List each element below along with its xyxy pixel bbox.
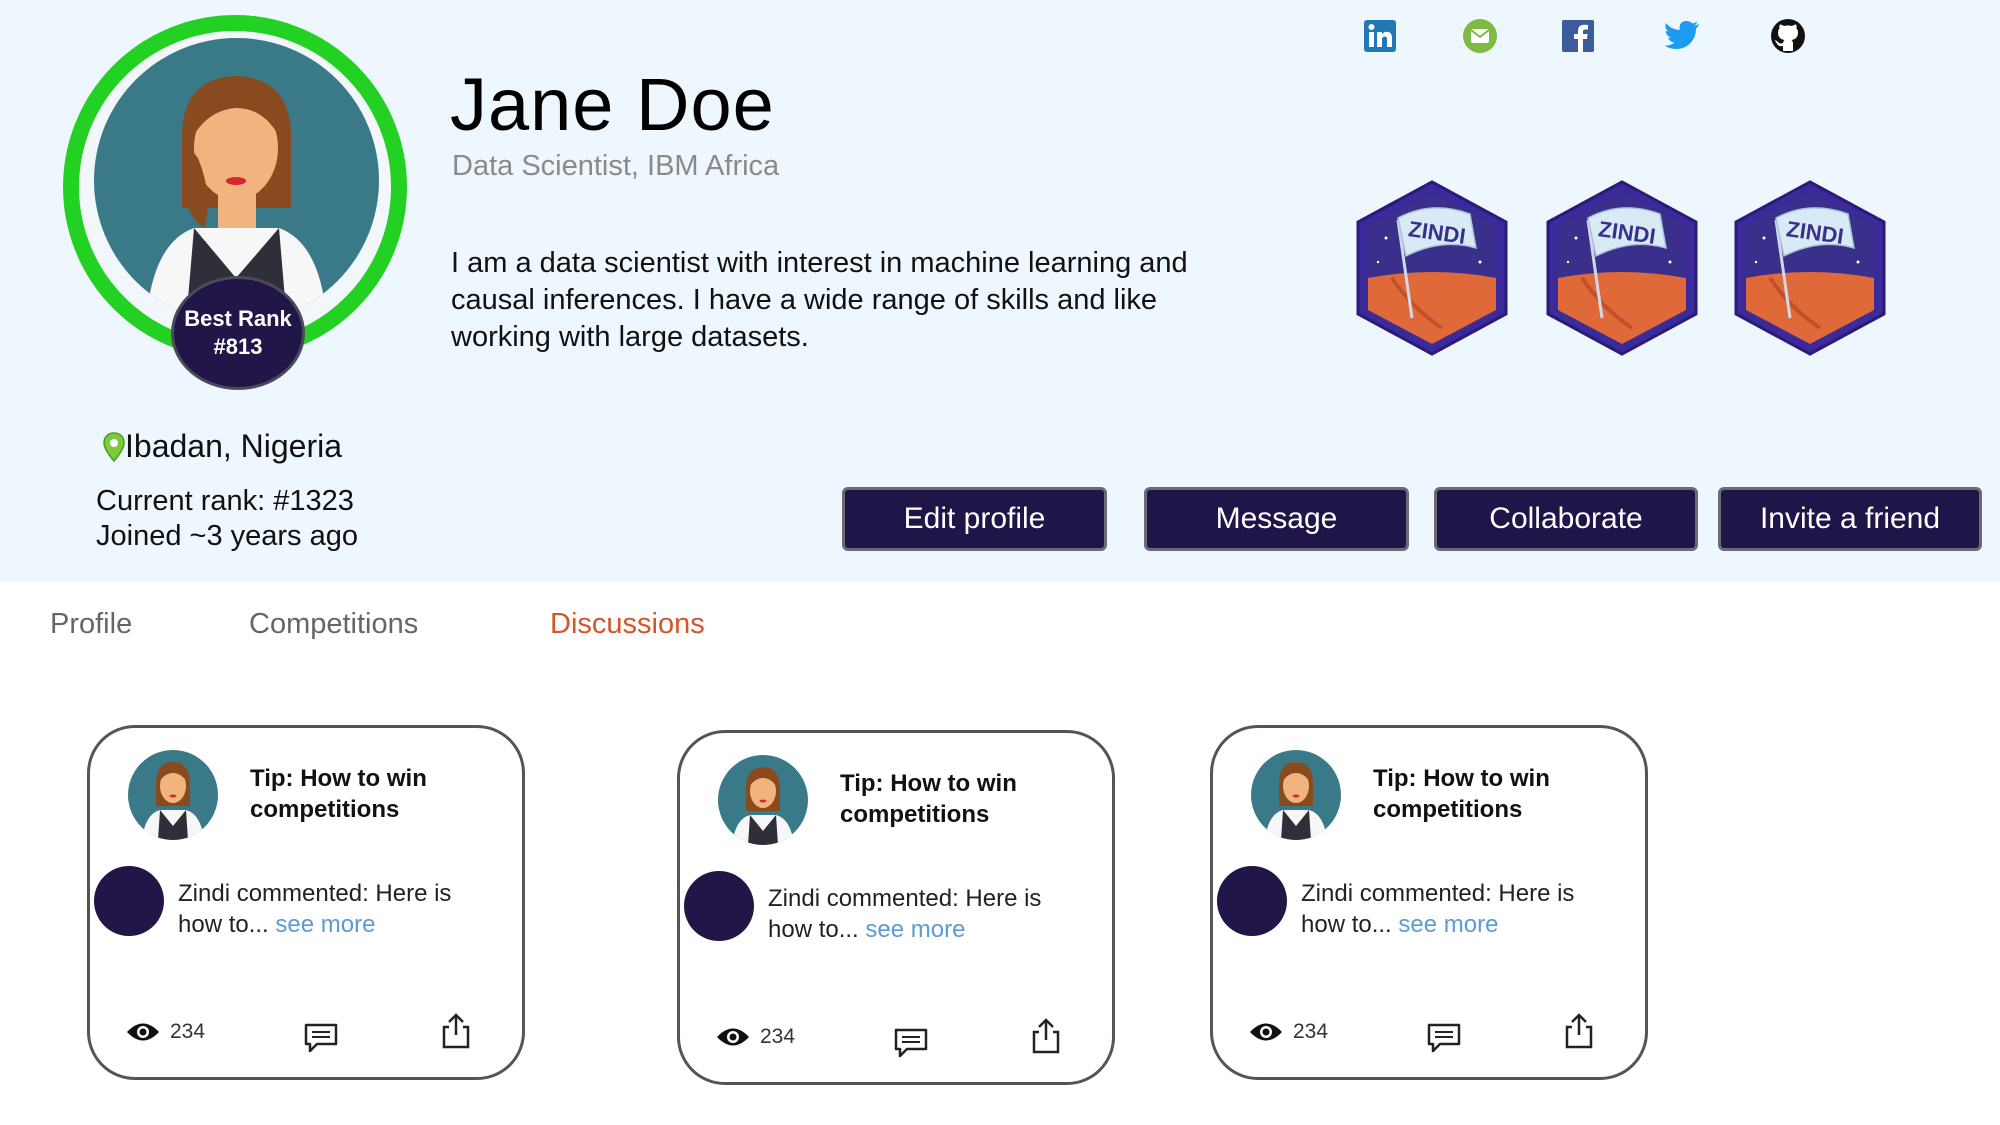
view-count-text: 234 <box>170 1020 206 1043</box>
twitter-icon[interactable] <box>1664 18 1700 54</box>
best-rank-label: Best Rank <box>184 306 292 331</box>
card-title[interactable]: Tip: How to win competitions <box>250 763 490 825</box>
tab-competitions[interactable]: Competitions <box>249 608 418 641</box>
see-more-link[interactable]: see more <box>1398 911 1498 938</box>
best-rank-badge: Best Rank #813 <box>171 276 305 390</box>
view-count-text: 234 <box>760 1025 796 1048</box>
card-author-avatar <box>128 750 218 840</box>
card-comment: Zindi commented: Here is how to... see m… <box>768 883 1088 945</box>
tab-profile[interactable]: Profile <box>50 608 132 641</box>
comment-icon[interactable] <box>303 1022 339 1054</box>
commenter-avatar <box>684 871 754 941</box>
linkedin-icon[interactable] <box>1362 18 1398 54</box>
view-count: 234 <box>126 1020 205 1044</box>
zindi-badge[interactable]: ZINDI <box>1352 178 1512 358</box>
card-title[interactable]: Tip: How to win competitions <box>1373 763 1613 825</box>
eye-icon <box>717 1028 749 1046</box>
commenter-avatar <box>1217 866 1287 936</box>
see-more-link[interactable]: see more <box>275 911 375 938</box>
comment-icon[interactable] <box>893 1027 929 1059</box>
location: Ibadan, Nigeria <box>103 428 342 465</box>
message-button[interactable]: Message <box>1144 487 1409 551</box>
eye-icon <box>127 1023 159 1041</box>
best-rank-value: #813 <box>213 334 263 359</box>
profile-bio: I am a data scientist with interest in m… <box>451 247 1188 353</box>
github-icon[interactable] <box>1770 18 1806 54</box>
card-title[interactable]: Tip: How to win competitions <box>840 768 1080 830</box>
see-more-link[interactable]: see more <box>865 916 965 943</box>
zindi-badge[interactable]: ZINDI <box>1542 178 1702 358</box>
discussion-card[interactable]: Tip: How to win competitions Zindi comme… <box>1210 725 1648 1080</box>
tab-discussions[interactable]: Discussions <box>550 608 705 641</box>
card-comment: Zindi commented: Here is how to... see m… <box>178 878 498 940</box>
card-author-avatar <box>1251 750 1341 840</box>
joined-date: Joined ~3 years ago <box>96 520 358 552</box>
card-comment: Zindi commented: Here is how to... see m… <box>1301 878 1621 940</box>
invite-friend-button[interactable]: Invite a friend <box>1718 487 1982 551</box>
zindi-badge[interactable]: ZINDI <box>1730 178 1890 358</box>
share-icon[interactable] <box>440 1012 472 1050</box>
view-count-text: 234 <box>1293 1020 1329 1043</box>
eye-icon <box>1250 1023 1282 1041</box>
profile-subtitle: Data Scientist, IBM Africa <box>452 150 780 182</box>
comment-icon[interactable] <box>1426 1022 1462 1054</box>
discussion-card[interactable]: Tip: How to win competitions Zindi comme… <box>87 725 525 1080</box>
location-text: Ibadan, Nigeria <box>125 428 343 464</box>
view-count: 234 <box>1249 1020 1328 1044</box>
view-count: 234 <box>716 1025 795 1049</box>
facebook-icon[interactable] <box>1560 18 1596 54</box>
edit-profile-button[interactable]: Edit profile <box>842 487 1107 551</box>
card-author-avatar <box>718 755 808 845</box>
share-icon[interactable] <box>1563 1012 1595 1050</box>
email-icon[interactable] <box>1462 18 1498 54</box>
commenter-avatar <box>94 866 164 936</box>
profile-name: Jane Doe <box>450 63 775 146</box>
share-icon[interactable] <box>1030 1017 1062 1055</box>
discussion-card[interactable]: Tip: How to win competitions Zindi comme… <box>677 730 1115 1085</box>
location-pin-icon <box>103 431 125 462</box>
current-rank: Current rank: #1323 <box>96 485 354 517</box>
collaborate-button[interactable]: Collaborate <box>1434 487 1698 551</box>
